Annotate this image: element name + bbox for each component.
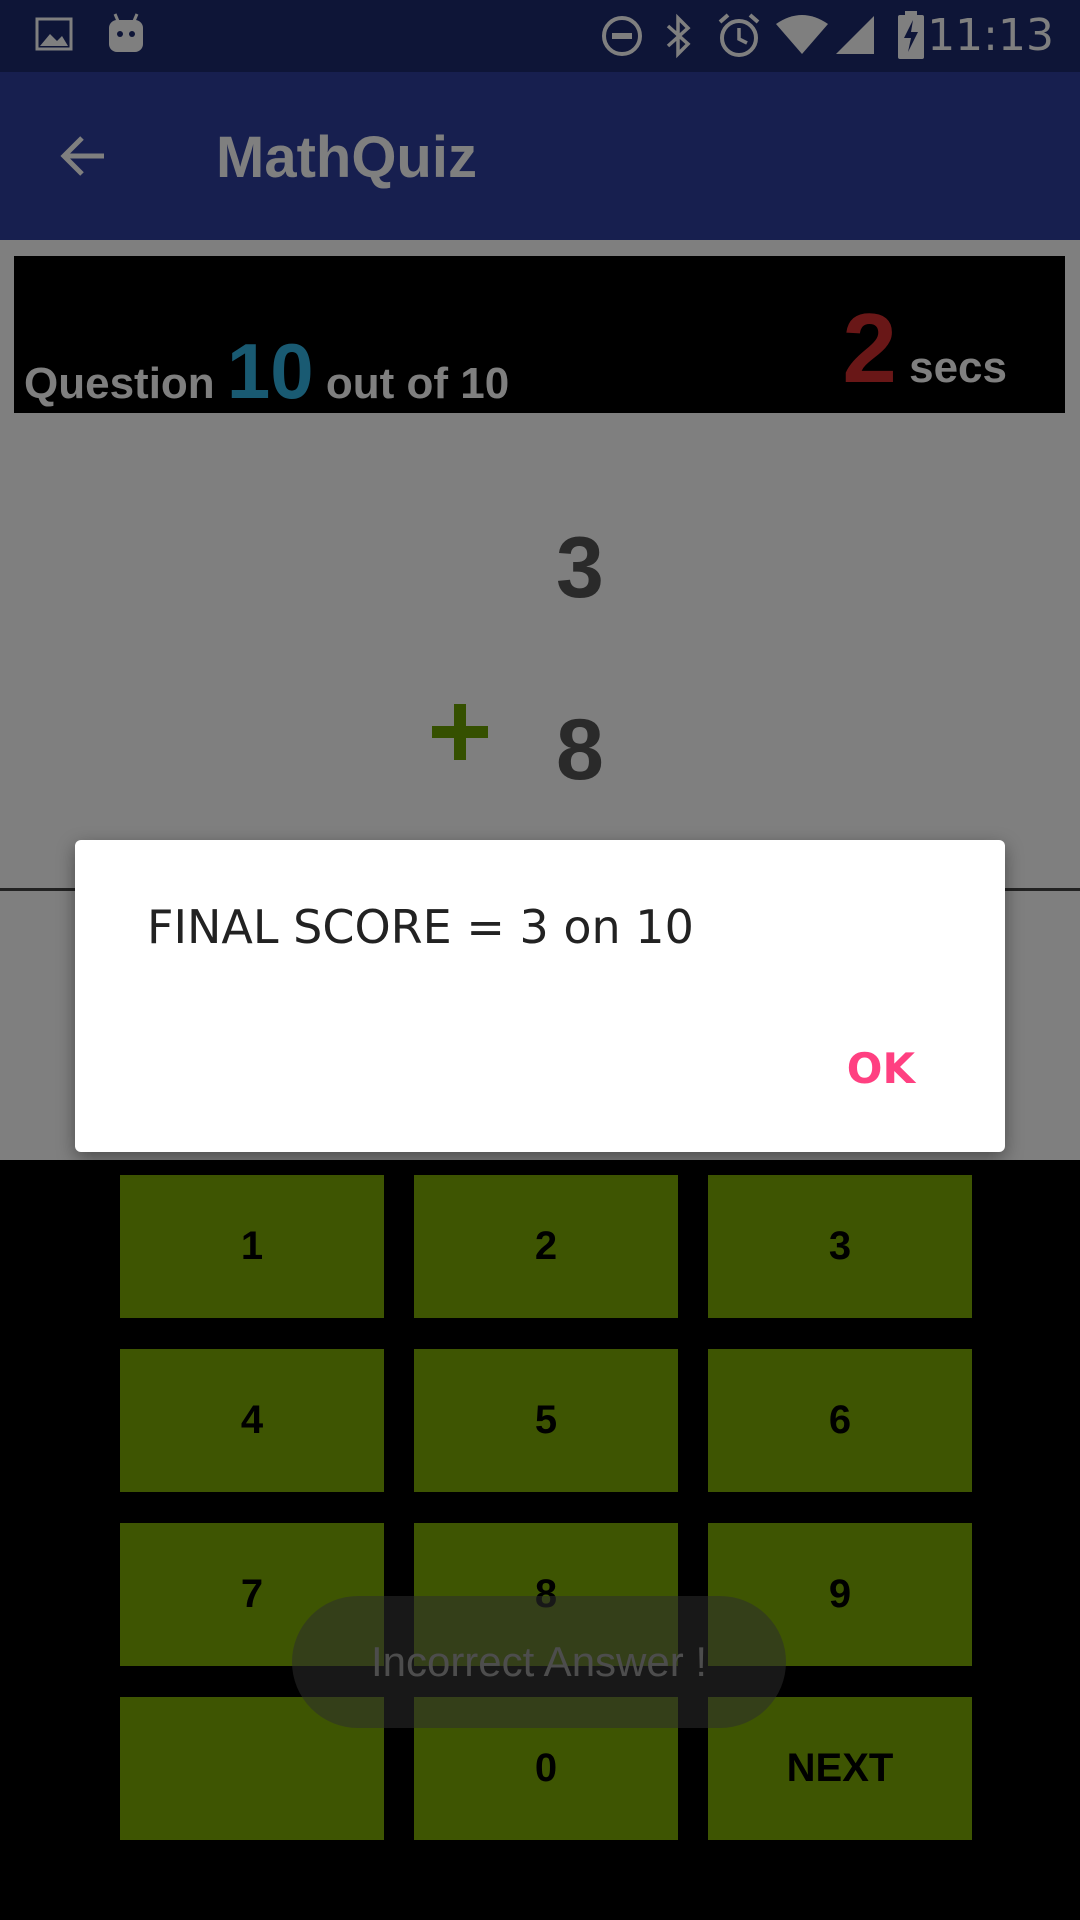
ok-button[interactable]: OK xyxy=(847,1044,915,1093)
dialog-message: FINAL SCORE = 3 on 10 xyxy=(147,900,694,954)
final-score-dialog: FINAL SCORE = 3 on 10 OK xyxy=(75,840,1005,1152)
